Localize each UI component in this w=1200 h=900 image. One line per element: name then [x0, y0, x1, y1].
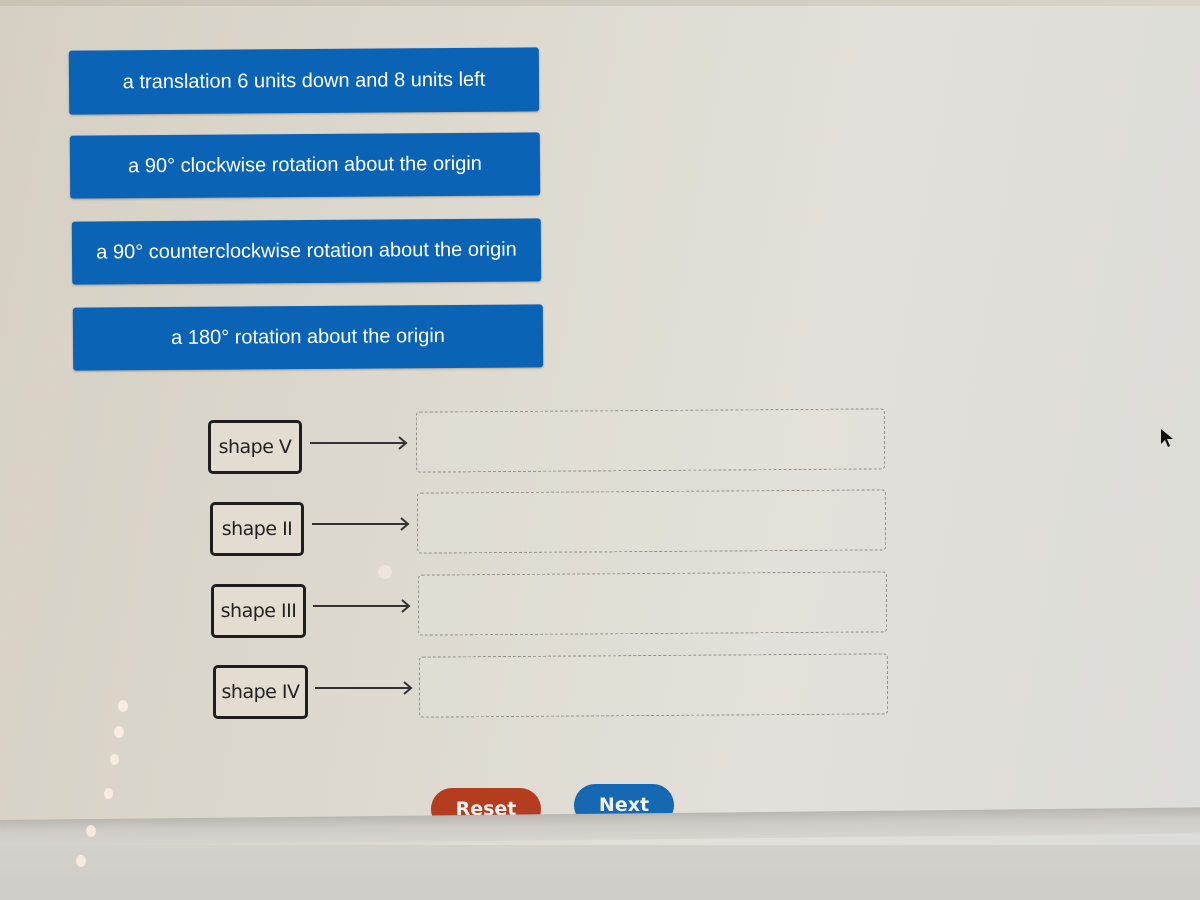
shape-label-text: shape III [220, 600, 297, 622]
shape-label-text: shape V [218, 436, 292, 458]
light-reflection [118, 700, 128, 712]
right-arrow-icon [313, 599, 411, 613]
drop-target-shape-v[interactable] [415, 408, 886, 473]
window-top-edge [0, 0, 1200, 6]
option-tile-label: a 90° counterclockwise rotation about th… [96, 238, 517, 264]
option-tile-label: a 180° rotation about the origin [171, 325, 445, 349]
shape-label-v: shape V [208, 420, 302, 474]
monitor-lower-bezel [0, 845, 1200, 900]
drop-target-shape-iv[interactable] [418, 653, 889, 718]
light-reflection [76, 855, 86, 867]
light-reflection [110, 754, 119, 765]
monitor-bezel-edge [0, 807, 1200, 846]
light-reflection [378, 565, 392, 579]
mouse-pointer-icon [1161, 429, 1173, 447]
shape-label-iii: shape III [211, 584, 306, 638]
light-reflection [86, 825, 96, 837]
light-reflection [104, 788, 113, 799]
right-arrow-icon [315, 681, 413, 695]
option-tile-90-counterclockwise[interactable]: a 90° counterclockwise rotation about th… [71, 218, 542, 285]
drop-target-shape-iii[interactable] [417, 571, 888, 636]
shape-label-ii: shape II [210, 502, 304, 556]
right-arrow-icon [310, 436, 408, 450]
option-tile-label: a translation 6 units down and 8 units l… [122, 68, 486, 93]
right-arrow-icon [312, 517, 410, 531]
light-reflection [114, 726, 124, 738]
option-tile-label: a 90° clockwise rotation about the origi… [128, 152, 482, 178]
shape-label-iv: shape IV [213, 665, 308, 719]
shape-label-text: shape IV [221, 681, 300, 703]
shape-label-text: shape II [221, 518, 293, 540]
drop-target-shape-ii[interactable] [416, 489, 887, 554]
option-tile-translation[interactable]: a translation 6 units down and 8 units l… [68, 47, 540, 115]
option-tile-90-clockwise[interactable]: a 90° clockwise rotation about the origi… [69, 132, 541, 199]
option-tile-180-rotation[interactable]: a 180° rotation about the origin [72, 304, 544, 371]
